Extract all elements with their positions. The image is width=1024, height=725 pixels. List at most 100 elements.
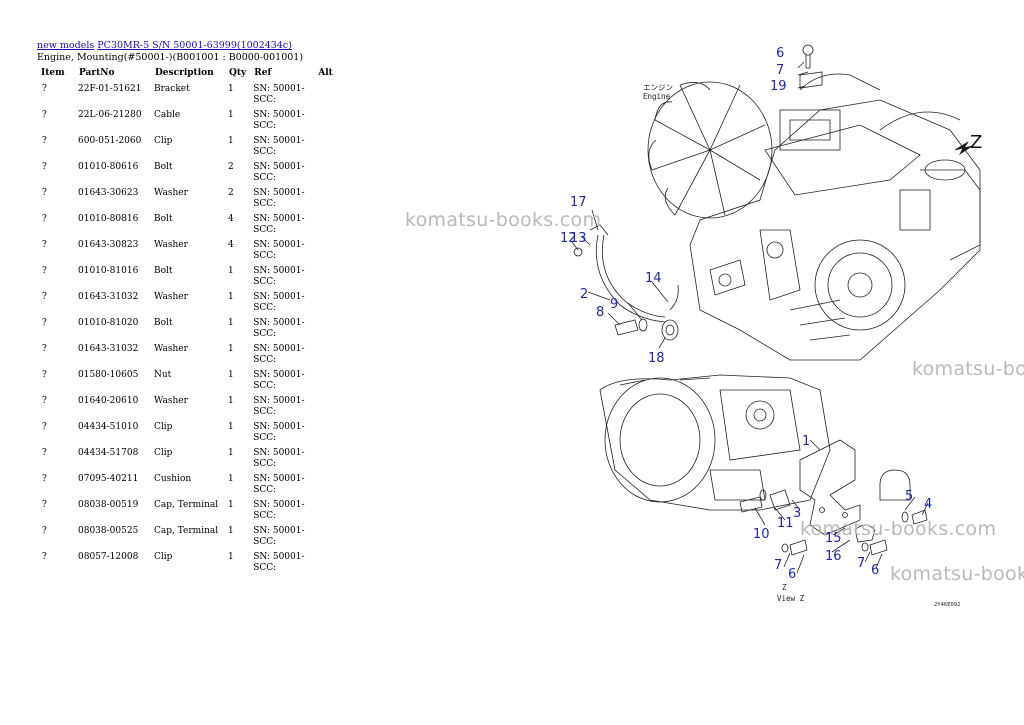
ref-cell: SN: 50001-SCC: <box>253 162 305 183</box>
qty-cell: 2 <box>228 188 234 198</box>
watermark: komatsu-books.com <box>405 209 602 231</box>
table-row: ? 01643-31032 Washer 1 SN: 50001-SCC: <box>37 344 340 370</box>
table-row: ? 01643-30823 Washer 4 SN: 50001-SCC: <box>37 240 340 266</box>
partno-cell: 07095-40211 <box>78 474 139 484</box>
description-cell: Cushion <box>154 474 192 484</box>
alt-cell <box>314 370 340 396</box>
ref-cell: SN: 50001-SCC: <box>253 292 305 313</box>
callout-number: 7 <box>774 558 782 573</box>
ref-cell: SN: 50001-SCC: <box>253 136 305 157</box>
qty-cell: 1 <box>228 370 234 380</box>
partno-cell: 01010-80816 <box>78 214 139 224</box>
ref-cell: SN: 50001-SCC: <box>253 552 305 573</box>
alt-cell <box>314 344 340 370</box>
ref-cell: SN: 50001-SCC: <box>253 422 305 443</box>
view-label-en: View Z <box>777 594 805 603</box>
alt-cell <box>314 396 340 422</box>
view-label-jp: Z <box>782 583 787 592</box>
item-cell: ? <box>42 266 47 276</box>
col-partno-header: PartNo <box>79 68 115 78</box>
ref-cell: SN: 50001-SCC: <box>253 240 305 261</box>
alt-cell <box>314 110 340 136</box>
table-row: ? 08057-12008 Clip 1 SN: 50001-SCC: <box>37 552 340 578</box>
callout-number: 5 <box>905 489 913 504</box>
alt-cell <box>314 266 340 292</box>
qty-cell: 1 <box>228 422 234 432</box>
callout-number: 16 <box>825 549 842 564</box>
qty-cell: 1 <box>228 396 234 406</box>
callout-number: 14 <box>645 271 662 286</box>
item-cell: ? <box>42 136 47 146</box>
alt-cell <box>314 162 340 188</box>
partno-cell: 08038-00519 <box>78 500 139 510</box>
callout-number: 12 <box>560 231 577 246</box>
ref-cell: SN: 50001-SCC: <box>253 500 305 521</box>
item-cell: ? <box>42 552 47 562</box>
engine-block-drawing <box>689 73 981 361</box>
callout-number: 6 <box>871 563 879 578</box>
description-cell: Clip <box>154 136 173 146</box>
parts-table: Item PartNo Description Qty Ref Alt ? 22F… <box>37 66 340 578</box>
partno-cell: 01010-81020 <box>78 318 139 328</box>
table-row: ? 01010-81020 Bolt 1 SN: 50001-SCC: <box>37 318 340 344</box>
page-subtitle: Engine, Mounting(#50001-)(B001001 : B000… <box>37 52 304 63</box>
alt-cell <box>314 448 340 474</box>
partno-cell: 01010-81016 <box>78 266 139 276</box>
item-cell: ? <box>42 292 47 302</box>
breadcrumb-link-model[interactable]: PC30MR-5 S/N 50001-63999(1002434c) <box>97 40 292 51</box>
col-item-header: Item <box>41 68 65 78</box>
callout-number: 4 <box>924 497 932 512</box>
item-cell: ? <box>42 422 47 432</box>
ref-cell: SN: 50001-SCC: <box>253 188 305 209</box>
fan-drawing <box>647 81 773 219</box>
qty-cell: 1 <box>228 318 234 328</box>
partno-cell: 01580-10605 <box>78 370 139 380</box>
callout-number: 1 <box>802 434 810 449</box>
table-row: ? 01010-80616 Bolt 2 SN: 50001-SCC: <box>37 162 340 188</box>
item-cell: ? <box>42 370 47 380</box>
qty-cell: 4 <box>228 214 234 224</box>
callout-number: 7 <box>776 63 784 78</box>
col-qty-header: Qty <box>229 68 247 78</box>
callout-labels: 6719171312214981815431110 1516767 6 <box>560 46 932 582</box>
description-cell: Bolt <box>154 266 173 276</box>
table-row: ? 01643-31032 Washer 1 SN: 50001-SCC: <box>37 292 340 318</box>
partno-cell: 08038-00525 <box>78 526 139 536</box>
table-row: ? 08038-00519 Cap, Terminal 1 SN: 50001-SCC: <box>37 500 340 526</box>
alt-cell <box>314 474 340 500</box>
qty-cell: 1 <box>228 552 234 562</box>
breadcrumb-link-new-models[interactable]: new models <box>37 40 94 51</box>
ref-cell: SN: 50001-SCC: <box>253 474 305 495</box>
qty-cell: 1 <box>228 448 234 458</box>
drawing-code: 2Y46E092 <box>934 602 961 608</box>
item-cell: ? <box>42 188 47 198</box>
table-row: ? 01643-30623 Washer 2 SN: 50001-SCC: <box>37 188 340 214</box>
alt-cell <box>314 188 340 214</box>
qty-cell: 1 <box>228 474 234 484</box>
alt-cell <box>314 136 340 162</box>
description-cell: Bolt <box>154 214 173 224</box>
table-row: ? 01580-10605 Nut 1 SN: 50001-SCC: <box>37 370 340 396</box>
watermark: komatsu-books.com <box>912 358 1024 380</box>
description-cell: Bracket <box>154 84 190 94</box>
qty-cell: 4 <box>228 240 234 250</box>
partno-cell: 600-051-2060 <box>78 136 142 146</box>
watermark: komatsu-books.com <box>890 563 1024 585</box>
ref-cell: SN: 50001-SCC: <box>253 84 305 105</box>
partno-cell: 01643-31032 <box>78 344 139 354</box>
item-cell: ? <box>42 110 47 120</box>
qty-cell: 1 <box>228 136 234 146</box>
partno-cell: 22L-06-21280 <box>78 110 142 120</box>
description-cell: Clip <box>154 552 173 562</box>
engine-label-jp: エンジン <box>643 83 673 92</box>
description-cell: Clip <box>154 422 173 432</box>
alt-cell <box>314 318 340 344</box>
alt-cell <box>314 214 340 240</box>
callout-number: 9 <box>610 297 618 312</box>
table-row: ? 07095-40211 Cushion 1 SN: 50001-SCC: <box>37 474 340 500</box>
description-cell: Cap, Terminal <box>154 526 219 536</box>
col-ref-header: Ref <box>254 68 272 78</box>
table-row: ? 04434-51010 Clip 1 SN: 50001-SCC: <box>37 422 340 448</box>
description-cell: Clip <box>154 448 173 458</box>
view-z-arrow-label: Z <box>970 132 982 153</box>
